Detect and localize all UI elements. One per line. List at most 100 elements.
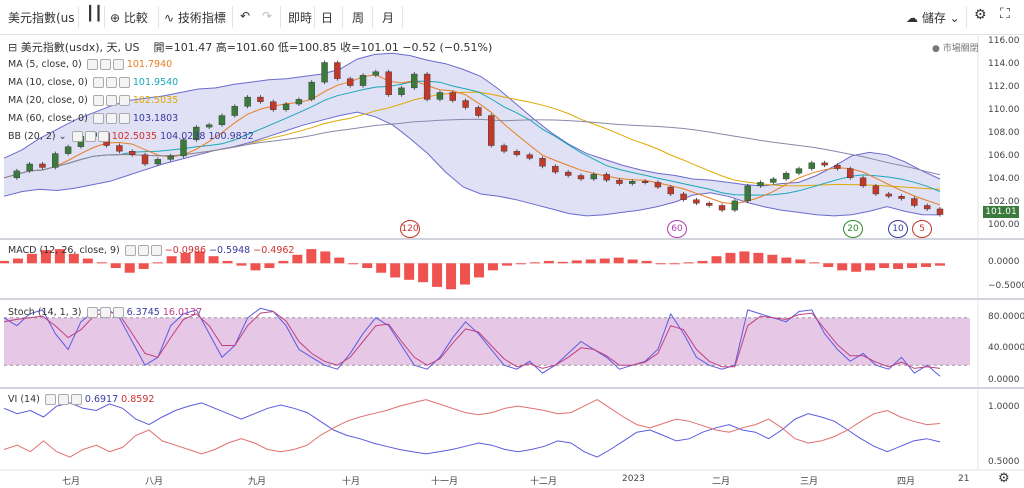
ma5-value: 101.7940 xyxy=(126,59,173,70)
close-icon[interactable] xyxy=(150,245,162,256)
visibility-icon[interactable] xyxy=(86,59,98,70)
candle-body xyxy=(500,145,508,152)
macd-histogram-bar xyxy=(152,262,163,264)
visibility-icon[interactable] xyxy=(86,307,98,318)
settings-icon[interactable] xyxy=(105,77,117,88)
macd-histogram-bar xyxy=(446,263,457,290)
macd-histogram-bar xyxy=(264,263,275,268)
candle-body xyxy=(795,168,803,174)
candle-body xyxy=(334,62,341,79)
candle-body xyxy=(141,154,149,165)
bb-lower-value: 100.9832 xyxy=(208,131,254,142)
close-icon[interactable] xyxy=(97,131,109,142)
price-tick-label: 106.00 xyxy=(988,151,1020,162)
macd-histogram-bar xyxy=(641,260,652,264)
axis-settings-icon[interactable]: ⚙ xyxy=(998,471,1010,486)
time-tick-label: 七月 xyxy=(62,477,81,487)
candle-body xyxy=(13,170,21,179)
settings-icon[interactable] xyxy=(57,394,69,405)
settings-icon[interactable] xyxy=(137,245,149,256)
settings-icon[interactable] xyxy=(99,307,111,318)
ma10-label: MA (10, close, 0) xyxy=(8,77,88,88)
settings-icon[interactable] xyxy=(105,113,117,124)
collapse-icon[interactable]: ⊟ xyxy=(8,41,17,54)
indicator-legend-ma60[interactable]: MA (60, close, 0) 103.1803 xyxy=(8,113,178,124)
macd-histogram-bar xyxy=(487,263,498,271)
macd-histogram-bar xyxy=(12,258,23,264)
macd-histogram-bar xyxy=(320,251,331,264)
market-status: ● 市場關閉 xyxy=(932,44,979,54)
macd-histogram-bar xyxy=(334,257,345,264)
macd-histogram-bar xyxy=(837,263,848,271)
main-legend: ⊟ 美元指數(usdx), 天, US 開=101.47 高=101.60 低=… xyxy=(8,39,492,55)
macd-histogram-bar xyxy=(236,263,247,266)
ma-badge: 5 xyxy=(912,220,932,238)
macd-histogram-bar xyxy=(879,263,890,268)
pane-divider[interactable] xyxy=(0,387,1024,389)
time-tick-label: 八月 xyxy=(145,477,164,487)
visibility-icon[interactable] xyxy=(92,113,104,124)
vi-plus-value: 0.6917 xyxy=(84,394,119,405)
candle-body xyxy=(64,146,72,154)
visibility-icon[interactable] xyxy=(92,95,104,106)
candle-body xyxy=(590,174,598,180)
indicator-legend-bb[interactable]: BB (20, 2) ⌄ 102.5035 104.0238 100.9832 xyxy=(8,131,254,142)
price-tick-label: 100.00 xyxy=(988,220,1020,231)
candle-body xyxy=(449,92,456,101)
candle-body xyxy=(359,74,367,86)
candle-body xyxy=(385,71,392,95)
candle-body xyxy=(680,193,687,200)
close-icon[interactable] xyxy=(112,59,124,70)
ma5-label: MA (5, close, 0) xyxy=(8,59,82,70)
indicator-legend-ma5[interactable]: MA (5, close, 0) 101.7940 xyxy=(8,59,172,70)
macd-histogram-bar xyxy=(907,263,918,268)
pane-divider[interactable] xyxy=(0,238,1024,240)
visibility-icon[interactable] xyxy=(44,394,56,405)
stoch-label: Stoch (14, 1, 3) xyxy=(8,307,82,318)
visibility-icon[interactable] xyxy=(124,245,136,256)
ma-badge: 120 xyxy=(400,220,420,238)
candle-body xyxy=(436,92,444,100)
candle-body xyxy=(257,96,264,102)
bb-upper-value: 104.0238 xyxy=(160,131,206,142)
visibility-icon[interactable] xyxy=(92,77,104,88)
candle-body xyxy=(39,163,46,168)
last-price-tag: 101.01 xyxy=(983,206,1019,218)
settings-icon[interactable] xyxy=(99,59,111,70)
stoch-tick-label: 40.0000 xyxy=(988,343,1024,354)
ma20-label: MA (20, close, 0) xyxy=(8,95,88,106)
time-tick-label: 四月 xyxy=(897,477,916,487)
visibility-icon[interactable] xyxy=(71,131,83,142)
candle-body xyxy=(346,78,354,86)
settings-icon[interactable] xyxy=(105,95,117,106)
close-icon[interactable] xyxy=(112,307,124,318)
ma10-value: 101.9540 xyxy=(132,77,179,88)
close-icon[interactable] xyxy=(118,113,130,124)
vi-legend[interactable]: VI (14) 0.6917 0.8592 xyxy=(8,394,154,405)
stoch-legend[interactable]: Stoch (14, 1, 3) 6.3745 16.0137 xyxy=(8,307,202,318)
candle-body xyxy=(629,181,636,184)
macd-histogram-bar xyxy=(82,258,93,264)
chart-canvas[interactable] xyxy=(0,0,1024,488)
macd-hist-value: −0.0986 xyxy=(164,245,206,256)
close-icon[interactable] xyxy=(70,394,82,405)
indicator-legend-ma10[interactable]: MA (10, close, 0) 101.9540 xyxy=(8,77,178,88)
close-icon[interactable] xyxy=(118,77,130,88)
pane-divider[interactable] xyxy=(0,298,1024,300)
settings-icon[interactable] xyxy=(84,131,96,142)
candle-body xyxy=(308,81,315,100)
macd-histogram-bar xyxy=(376,263,387,273)
indicator-legend-ma20[interactable]: MA (20, close, 0) 102.5035 xyxy=(8,95,178,106)
close-icon[interactable] xyxy=(118,95,130,106)
candle-body xyxy=(936,208,944,215)
macd-histogram-bar xyxy=(725,252,736,264)
candle-body xyxy=(423,73,431,100)
price-tick-label: 110.00 xyxy=(988,104,1020,115)
macd-histogram-bar xyxy=(432,263,443,287)
chevron-down-icon[interactable]: ⌄ xyxy=(59,131,67,142)
macd-legend[interactable]: MACD (12, 26, close, 9) −0.0986 −0.5948 … xyxy=(8,245,294,256)
candle-body xyxy=(834,164,841,169)
candle-body xyxy=(821,162,828,166)
candle-body xyxy=(129,151,136,155)
macd-histogram-bar xyxy=(739,251,750,264)
